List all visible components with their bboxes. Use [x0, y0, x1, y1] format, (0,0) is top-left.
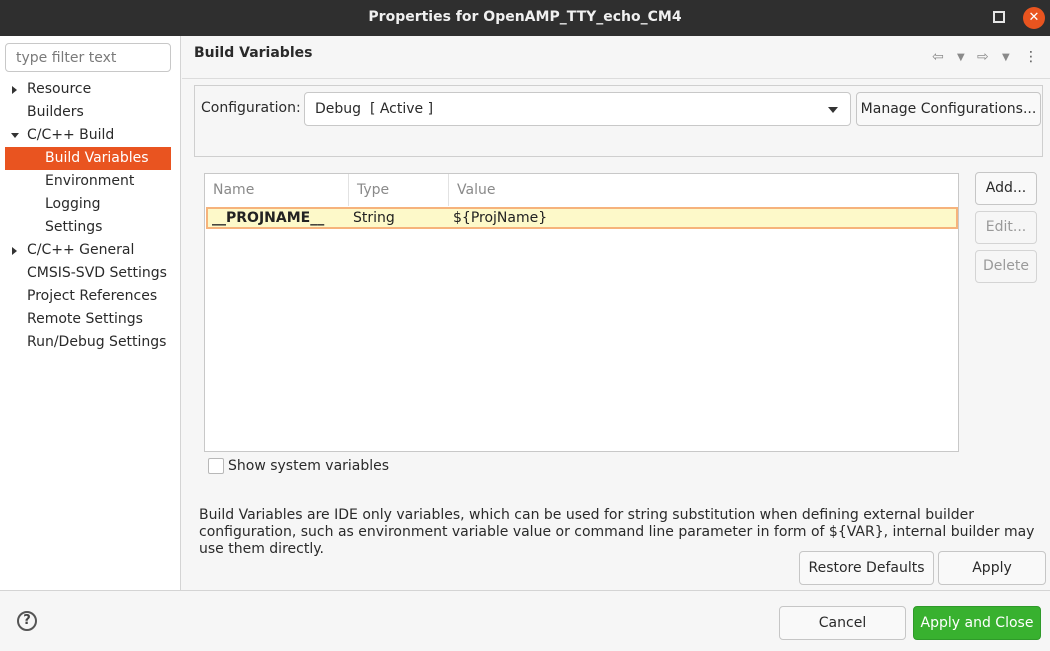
maximize-button[interactable] — [993, 11, 1005, 23]
expand-arrow-icon[interactable] — [12, 86, 17, 94]
tree-item-cpp-general[interactable]: C/C++ General — [27, 239, 134, 262]
chevron-down-icon — [828, 107, 838, 113]
column-header-value[interactable]: Value — [449, 174, 958, 206]
close-button[interactable]: ✕ — [1023, 7, 1045, 29]
sidebar: Resource Builders C/C++ Build Build Vari… — [0, 36, 181, 590]
table-row[interactable]: __PROJNAME__ String ${ProjName} — [206, 207, 958, 229]
column-header-type[interactable]: Type — [349, 174, 449, 206]
dialog-footer: ? Cancel Apply and Close — [0, 590, 1050, 651]
divider — [182, 78, 1050, 79]
tree-item-run-debug-settings[interactable]: Run/Debug Settings — [27, 331, 166, 354]
forward-arrow-icon[interactable]: ⇨ — [977, 49, 989, 65]
tree-item-environment[interactable]: Environment — [45, 170, 134, 193]
cancel-button[interactable]: Cancel — [779, 606, 906, 640]
add-button[interactable]: Add... — [975, 172, 1037, 205]
cell-name: __PROJNAME__ — [212, 210, 325, 226]
tree-item-cmsis-svd-settings[interactable]: CMSIS-SVD Settings — [27, 262, 167, 285]
manage-configurations-button[interactable]: Manage Configurations... — [856, 92, 1041, 126]
apply-button[interactable]: Apply — [938, 551, 1046, 585]
cell-value: ${ProjName} — [453, 210, 548, 226]
help-icon[interactable]: ? — [17, 611, 37, 631]
filter-input[interactable] — [5, 43, 171, 72]
configuration-label: Configuration: — [201, 100, 301, 116]
tree-item-logging[interactable]: Logging — [45, 193, 101, 216]
apply-and-close-button[interactable]: Apply and Close — [913, 606, 1041, 640]
delete-button[interactable]: Delete — [975, 250, 1037, 283]
column-header-name[interactable]: Name — [205, 174, 349, 206]
configuration-value: Debug [ Active ] — [315, 101, 434, 117]
page-nav-toolbar: ⇦ ▼ ⇨ ▼ ⋮ — [932, 49, 1042, 67]
main-panel: Build Variables ⇦ ▼ ⇨ ▼ ⋮ Configuration:… — [182, 36, 1050, 590]
configuration-group: Configuration: Debug [ Active ] Manage C… — [194, 85, 1043, 157]
tree-item-settings[interactable]: Settings — [45, 216, 102, 239]
show-system-variables-label[interactable]: Show system variables — [228, 458, 389, 474]
back-arrow-icon[interactable]: ⇦ — [932, 49, 944, 65]
tree-item-project-references[interactable]: Project References — [27, 285, 157, 308]
chevron-down-icon[interactable]: ▼ — [1002, 52, 1010, 63]
restore-defaults-button[interactable]: Restore Defaults — [799, 551, 934, 585]
chevron-down-icon[interactable]: ▼ — [957, 52, 965, 63]
tree-item-builders[interactable]: Builders — [27, 101, 84, 124]
tree-item-build-variables[interactable]: Build Variables — [5, 147, 171, 170]
window-title: Properties for OpenAMP_TTY_echo_CM4 — [368, 9, 682, 25]
edit-button[interactable]: Edit... — [975, 211, 1037, 244]
tree-item-cpp-build[interactable]: C/C++ Build — [27, 124, 114, 147]
cell-type: String — [353, 210, 395, 226]
kebab-menu-icon[interactable]: ⋮ — [1024, 49, 1038, 65]
collapse-arrow-icon[interactable] — [11, 133, 19, 138]
tree-item-remote-settings[interactable]: Remote Settings — [27, 308, 143, 331]
build-variables-table[interactable]: Name Type Value __PROJNAME__ String ${Pr… — [204, 173, 959, 452]
page-title: Build Variables — [194, 45, 313, 61]
tree-item-resource[interactable]: Resource — [27, 78, 91, 101]
window-titlebar: Properties for OpenAMP_TTY_echo_CM4 ✕ — [0, 0, 1050, 36]
show-system-variables-checkbox[interactable] — [208, 458, 224, 474]
expand-arrow-icon[interactable] — [12, 247, 17, 255]
configuration-select[interactable]: Debug [ Active ] — [304, 92, 851, 126]
